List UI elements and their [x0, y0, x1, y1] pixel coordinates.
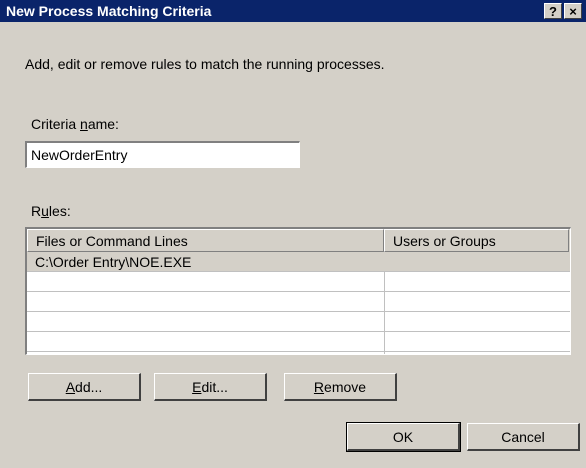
instructions-text: Add, edit or remove rules to match the r… [25, 56, 385, 72]
window-title: New Process Matching Criteria [6, 3, 212, 19]
help-button[interactable]: ? [544, 3, 562, 19]
title-bar: New Process Matching Criteria ? × [0, 0, 586, 22]
add-button[interactable]: Add... [28, 373, 141, 401]
cancel-button[interactable]: Cancel [467, 423, 580, 451]
table-row [27, 312, 570, 332]
table-row[interactable]: C:\Order Entry\NOE.EXE [27, 252, 570, 272]
column-header-users[interactable]: Users or Groups [384, 229, 569, 252]
rules-list[interactable]: Files or Command Lines Users or Groups C… [25, 227, 571, 355]
criteria-name-input[interactable] [25, 141, 300, 168]
column-header-files[interactable]: Files or Command Lines [27, 229, 384, 252]
close-button[interactable]: × [564, 3, 582, 19]
table-row [27, 292, 570, 312]
remove-button[interactable]: Remove [284, 373, 397, 401]
rules-label: Rules: [31, 203, 71, 219]
edit-button[interactable]: Edit... [154, 373, 267, 401]
table-row [27, 332, 570, 352]
rules-list-header: Files or Command Lines Users or Groups [27, 229, 570, 252]
rule-file-cell: C:\Order Entry\NOE.EXE [35, 254, 192, 270]
ok-button[interactable]: OK [346, 422, 461, 452]
criteria-name-label: Criteria name: [31, 116, 119, 132]
table-row [27, 272, 570, 292]
